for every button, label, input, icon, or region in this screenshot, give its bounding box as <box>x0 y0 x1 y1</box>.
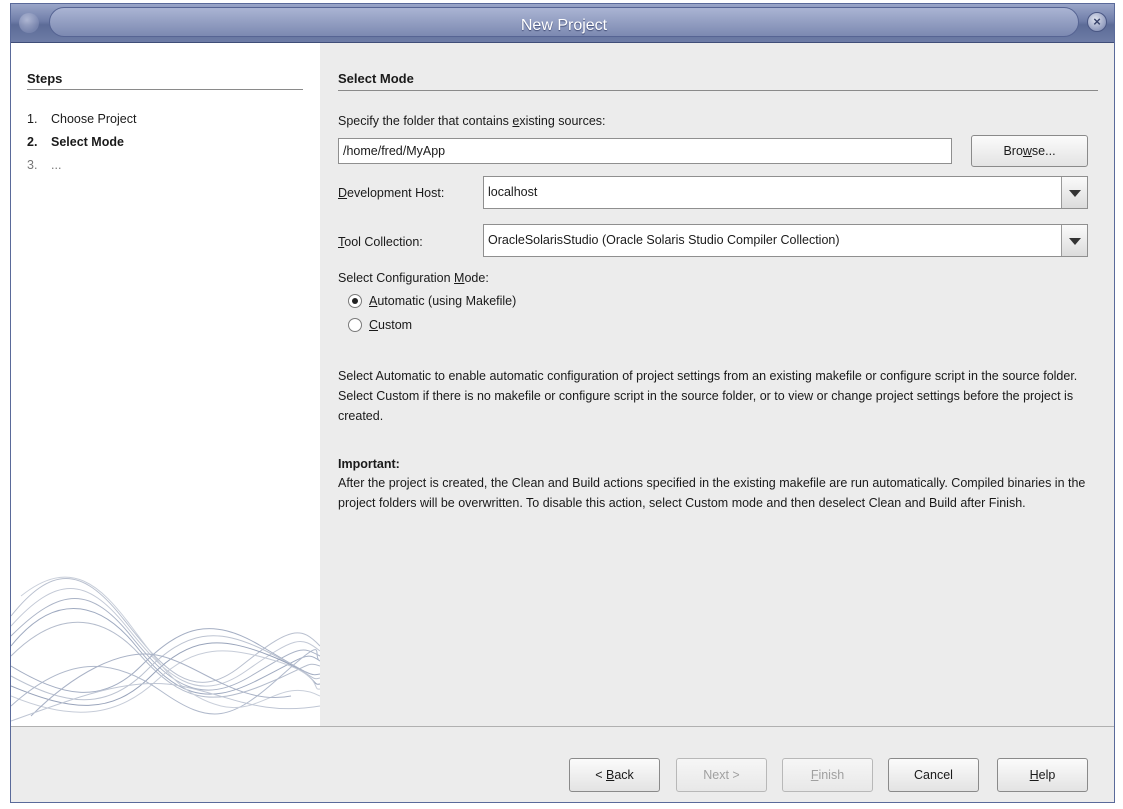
selected-value: OracleSolarisStudio (Oracle Solaris Stud… <box>488 233 840 247</box>
configuration-mode-label: Select Configuration Mode: <box>338 271 489 285</box>
label-text: xisting sources: <box>519 114 606 128</box>
step-3: 3.... <box>27 158 61 172</box>
step-label: ... <box>51 158 62 172</box>
label-text: utomatic (using Makefile) <box>377 294 517 308</box>
button-text: ack <box>614 768 634 782</box>
button-text: inish <box>818 768 845 782</box>
window-menu-icon[interactable] <box>19 13 39 33</box>
button-text: Bro <box>1003 144 1023 158</box>
radio-unselected-icon[interactable] <box>348 318 362 332</box>
button-text: elp <box>1038 768 1056 782</box>
step-label: Select Mode <box>51 135 124 149</box>
label-text: ode: <box>464 271 489 285</box>
steps-title: Steps <box>27 71 63 86</box>
chevron-down-icon[interactable] <box>1061 177 1087 208</box>
mnemonic: M <box>454 271 465 285</box>
button-text: < <box>595 768 606 782</box>
step-number: 1. <box>27 112 38 126</box>
panel-title: Select Mode <box>338 71 414 86</box>
help-button[interactable]: Help <box>997 758 1088 792</box>
panel-divider <box>338 90 1098 91</box>
back-button[interactable]: < Back <box>569 758 660 792</box>
radio-selected-icon[interactable] <box>348 294 362 308</box>
button-text: se... <box>1031 144 1056 158</box>
mnemonic: H <box>1029 768 1039 782</box>
radio-label: Custom <box>369 318 412 332</box>
folder-label: Specify the folder that contains existin… <box>338 114 606 128</box>
step-select-mode: 2. Select Mode <box>27 135 124 149</box>
browse-button[interactable]: Browse... <box>971 135 1088 167</box>
label-text: Specify the folder that contains <box>338 114 513 128</box>
mode-description: Select Automatic to enable automatic con… <box>338 369 1078 423</box>
custom-radio[interactable]: Custom <box>348 318 412 332</box>
step-label: Choose Project <box>51 112 137 126</box>
button-bar: < Back Next > Finish Cancel Help <box>11 726 1114 802</box>
tool-collection-select[interactable]: OracleSolarisStudio (Oracle Solaris Stud… <box>483 224 1088 257</box>
steps-divider <box>27 89 303 90</box>
window-title: New Project <box>520 17 608 34</box>
close-icon[interactable]: × <box>1087 12 1107 32</box>
decorative-wave-graphic <box>11 576 320 722</box>
development-host-label: Development Host: <box>338 186 444 200</box>
automatic-radio[interactable]: Automatic (using Makefile) <box>348 294 516 308</box>
cancel-button[interactable]: Cancel <box>888 758 979 792</box>
development-host-select[interactable]: localhost <box>483 176 1088 209</box>
label-text: evelopment Host: <box>347 186 445 200</box>
mnemonic: C <box>369 318 379 332</box>
important-heading: Important: <box>338 457 400 471</box>
next-button[interactable]: Next > <box>676 758 767 792</box>
select-mode-panel: Select Mode Specify the folder that cont… <box>320 43 1114 726</box>
new-project-dialog: New Project × Steps 1. Choose Project 2. S… <box>10 3 1115 803</box>
title-bar[interactable]: New Project × <box>11 4 1114 43</box>
mnemonic: w <box>1022 144 1032 158</box>
label-text: Select Configuration <box>338 271 455 285</box>
finish-button[interactable]: Finish <box>782 758 873 792</box>
tool-collection-label: Tool Collection: <box>338 235 423 249</box>
step-number: 3. <box>27 158 38 172</box>
important-note: After the project is created, the Clean … <box>338 476 1086 510</box>
label-text: ool Collection: <box>344 235 423 249</box>
step-number: 2. <box>27 135 38 149</box>
title-pill: New Project <box>49 7 1079 37</box>
label-text: ustom <box>378 318 413 332</box>
chevron-down-icon[interactable] <box>1061 225 1087 256</box>
source-folder-field[interactable]: /home/fred/MyApp <box>338 138 952 164</box>
radio-label: Automatic (using Makefile) <box>369 294 516 308</box>
step-choose-project: 1. Choose Project <box>27 112 136 126</box>
steps-panel: Steps 1. Choose Project 2. Select Mode 3..… <box>11 43 320 726</box>
mnemonic: D <box>338 186 348 200</box>
selected-value: localhost <box>488 185 538 199</box>
